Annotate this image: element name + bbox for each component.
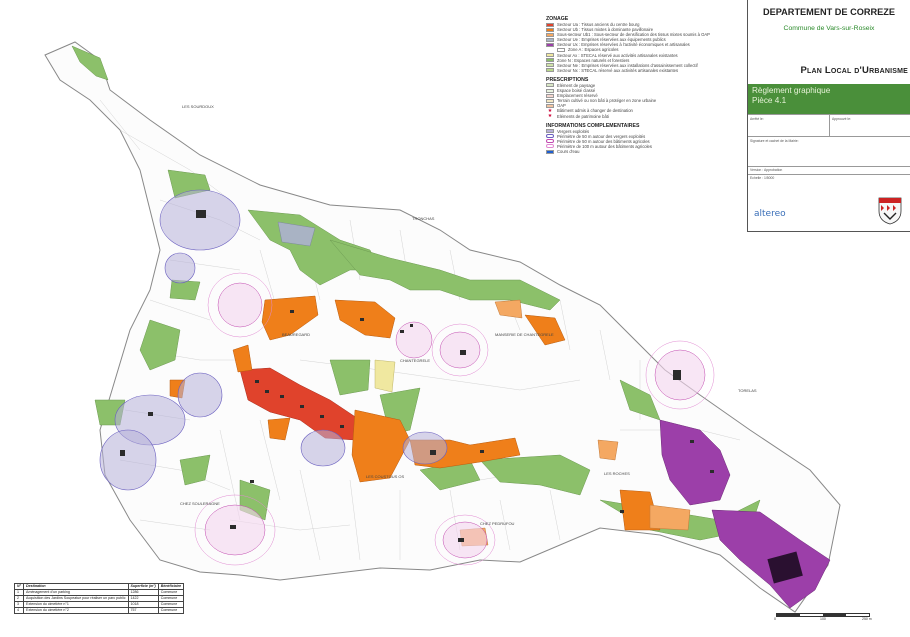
department-title: DEPARTEMENT DE CORREZE xyxy=(762,7,896,17)
reserved-areas-table: N° Destination Superficie (m²) Bénéficia… xyxy=(13,583,185,614)
table-cell: 757 xyxy=(127,607,159,614)
zone-ax xyxy=(374,359,396,393)
title-block: DEPARTEMENT DE CORREZE Commune de Vars-s… xyxy=(747,0,910,232)
legend-label: Terrain cultivé ou non bâti à protéger e… xyxy=(557,98,657,104)
legend-item: ★ Eléments de patrimoine bâti xyxy=(546,114,742,119)
legend-swatch xyxy=(546,58,554,63)
col-area: Superficie (m²) xyxy=(127,583,159,590)
legend-item: Cours d'eau xyxy=(546,149,742,154)
legend-swatch xyxy=(546,22,554,27)
legend-swatch xyxy=(546,88,554,93)
altereo-logo: altereo xyxy=(754,209,786,219)
legend-swatch xyxy=(546,129,554,134)
place-label: CHEZ SOULERAGNE xyxy=(180,501,220,506)
star-icon: ★ xyxy=(547,113,553,119)
dates-grid: Arrêté le: Approuvé le: xyxy=(748,114,910,136)
commune-name: Commune de Vars-sur-Roseix xyxy=(783,25,875,32)
legend-swatch xyxy=(546,149,554,154)
legend-swatch xyxy=(557,48,565,53)
legend-swatch xyxy=(546,37,554,42)
col-beneficiary: Bénéficiaire xyxy=(157,583,185,590)
legend-swatch xyxy=(546,103,554,108)
star-icon: ★ xyxy=(547,108,553,114)
legend-swatch xyxy=(546,32,554,37)
place-label: BEAUREGARD xyxy=(282,332,310,337)
version-cell: Version : Approbation xyxy=(748,166,910,174)
legend-label: Cours d'eau xyxy=(557,148,580,154)
document-title: Règlement graphique xyxy=(752,86,831,95)
reserved-areas-body: 1 Aménagement d'un parking 1286 Commune 2 Acq… xyxy=(13,589,185,614)
legend-label: Eléments de patrimoine bâti xyxy=(557,113,609,119)
legend-swatch xyxy=(546,93,554,98)
place-label: CHANTEGRELE xyxy=(400,358,430,363)
place-label: TORELAS xyxy=(738,388,757,393)
legend-swatch xyxy=(546,53,554,58)
legend-ring-swatch xyxy=(546,139,554,144)
coat-of-arms-icon xyxy=(878,197,902,225)
place-label: TRONCHAS xyxy=(412,216,435,221)
place-label: LES COUSTOUS OS xyxy=(366,474,404,479)
table-row: 4 Extension du cimetière n°2 757 Commune xyxy=(13,607,185,614)
place-label: MANSERIE DE CHANTEGRELE xyxy=(495,332,554,337)
document-band: Règlement graphique Pièce 4.1 xyxy=(748,84,910,114)
legend-ring-swatch xyxy=(546,134,554,139)
scale-end: 250 m xyxy=(862,617,872,621)
legend-info-list: Vergers exploités Périmètre de 50 m autou… xyxy=(546,129,742,154)
legend-swatch xyxy=(546,42,554,47)
signature-cell: Signature et cachet de la Mairie: xyxy=(748,136,910,166)
legend-swatch xyxy=(546,98,554,103)
legend-zonage-list: Secteur Ua : Tissus anciens du centre bo… xyxy=(546,22,742,73)
legend-swatch xyxy=(546,63,554,68)
table-cell: 4 xyxy=(13,607,25,614)
legend-prescriptions-list: Elément de paysage Espace boisé classé Emp… xyxy=(546,83,742,119)
arrete-cell: Arrêté le: xyxy=(748,114,829,136)
table-cell: Extension du cimetière n°2 xyxy=(23,607,129,614)
table-cell: Acquisition des Jardins Soupeatue pour r… xyxy=(23,595,129,602)
map-legend: ZONAGE Secteur Ua : Tissus anciens du ce… xyxy=(546,12,742,154)
scale-bar: 0 100 250 m xyxy=(768,612,878,626)
place-label: CHEZ PEDRUFOU xyxy=(480,521,515,526)
table-cell: Commune xyxy=(157,607,185,614)
legend-swatch xyxy=(546,83,554,88)
place-label: LES ROCHES xyxy=(604,471,630,476)
scale-start: 0 xyxy=(774,617,776,621)
legend-swatch xyxy=(546,27,554,32)
legend-swatch xyxy=(546,68,554,73)
legend-label: Secteur Nx : STECAL réservé aux activité… xyxy=(557,67,679,73)
scale-middle: 100 xyxy=(820,617,826,621)
legend-ring-swatch xyxy=(546,144,554,149)
scale-cell: Echelle : 1/5000 xyxy=(748,174,910,182)
piece-number: Pièce 4.1 xyxy=(752,95,787,105)
place-label: LES SOURDOUX xyxy=(182,104,214,109)
legend-item: Secteur Nx : STECAL réservé aux activité… xyxy=(546,68,742,73)
approuve-cell: Approuvé le: xyxy=(829,114,910,136)
plu-title: Plan Local d'Urbanisme xyxy=(800,65,908,76)
